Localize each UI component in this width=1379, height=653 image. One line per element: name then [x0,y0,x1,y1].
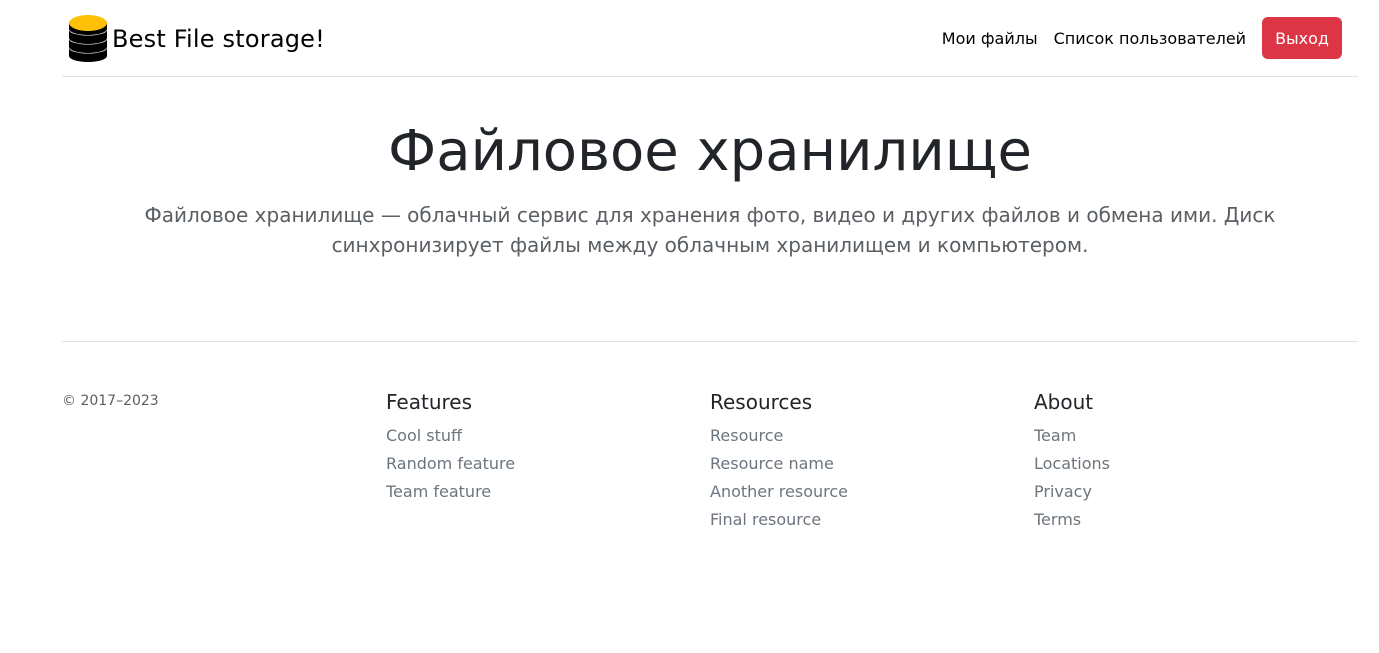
footer-links-features: Cool stuff Random feature Team feature [386,422,710,506]
footer-link[interactable]: Final resource [710,510,821,529]
footer-link[interactable]: Team feature [386,482,491,501]
brand-name: Best File storage! [112,24,325,53]
footer-link[interactable]: Resource [710,426,783,445]
footer-heading-resources: Resources [710,390,813,414]
top-nav: Мои файлы Список пользователей Выход [934,17,1342,59]
footer-col-about: About Team Locations Privacy Terms [1034,388,1358,534]
copyright-text: © 2017–2023 [62,393,159,409]
footer-link[interactable]: Cool stuff [386,426,462,445]
footer-link[interactable]: Team [1034,426,1076,445]
footer-col-features: Features Cool stuff Random feature Team … [386,388,710,534]
footer-link[interactable]: Resource name [710,454,834,473]
logout-button[interactable]: Выход [1262,17,1342,59]
footer-links-resources: Resource Resource name Another resource … [710,422,1034,534]
footer-copyright-col: © 2017–2023 [62,388,386,534]
footer-link[interactable]: Locations [1034,454,1110,473]
footer-link[interactable]: Another resource [710,482,848,501]
site-footer: © 2017–2023 Features Cool stuff Random f… [62,341,1358,534]
footer-link[interactable]: Random feature [386,454,515,473]
site-header: Best File storage! Мои файлы Список поль… [62,0,1358,77]
footer-links-about: Team Locations Privacy Terms [1034,422,1358,534]
footer-col-resources: Resources Resource Resource name Another… [710,388,1034,534]
footer-link[interactable]: Privacy [1034,482,1092,501]
page-title: Файловое хранилище [388,119,1032,184]
footer-heading-features: Features [386,390,472,414]
nav-users-list-link[interactable]: Список пользователей [1046,21,1254,56]
hero-description: Файловое хранилище — облачный сервис для… [144,203,1276,257]
footer-link[interactable]: Terms [1034,510,1081,529]
footer-heading-about: About [1034,390,1094,414]
database-icon [69,15,107,62]
nav-my-files-link[interactable]: Мои файлы [934,21,1046,56]
brand-link[interactable]: Best File storage! [68,14,325,62]
hero-section: Файловое хранилище Файловое хранилище — … [62,77,1358,341]
